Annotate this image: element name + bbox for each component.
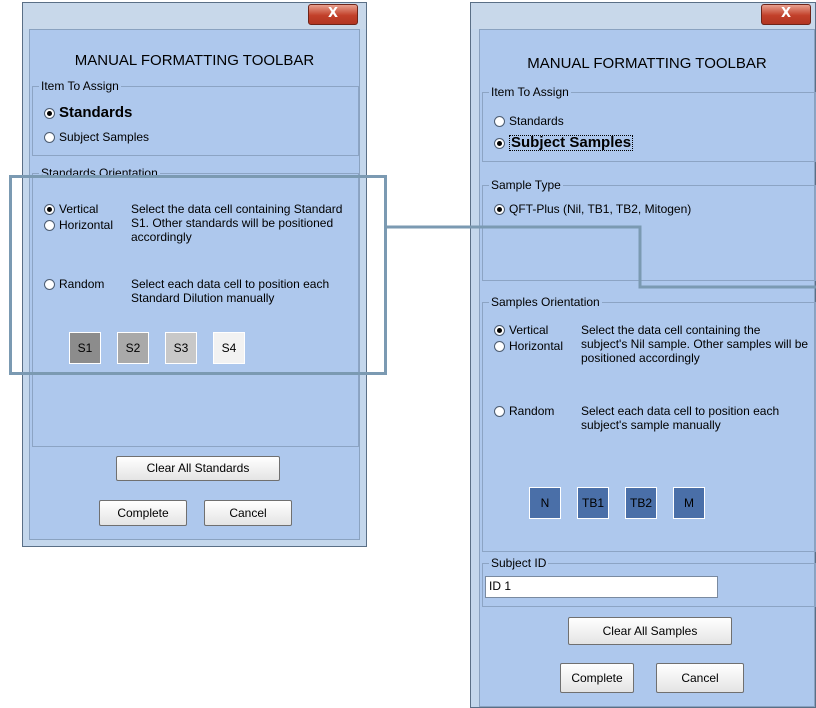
callout-connector (387, 225, 816, 289)
callout-connector-line (387, 225, 816, 289)
